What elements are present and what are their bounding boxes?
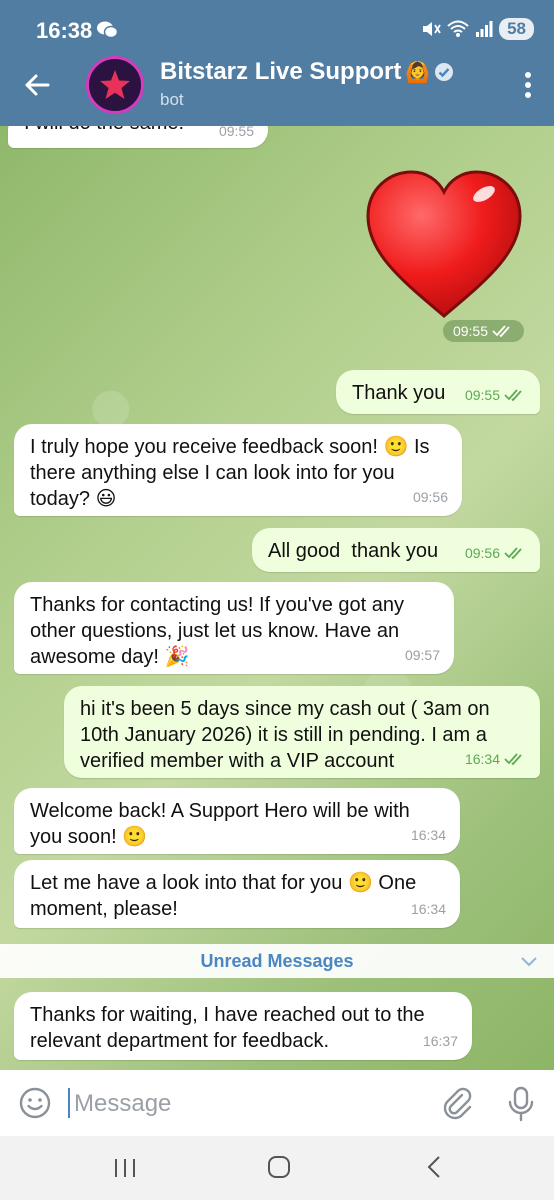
unread-label: Unread Messages (200, 950, 354, 971)
unread-messages-divider: Unread Messages (0, 944, 554, 978)
heart-sticker[interactable] (364, 170, 524, 320)
mic-icon[interactable] (506, 1086, 536, 1122)
double-check-icon (504, 547, 522, 559)
more-vert-icon[interactable] (524, 70, 532, 100)
message-time: 16:34 (410, 827, 446, 843)
message-text: Thanks for contacting us! If you've got … (30, 594, 405, 668)
battery-indicator: 58 (499, 18, 534, 40)
message-bubble[interactable]: Welcome back! A Support Hero will be wit… (14, 788, 460, 854)
message-text: I truly hope you receive feedback soon! … (30, 436, 430, 510)
message-time: 09:56 (412, 489, 448, 505)
message-time: 09:56 (465, 540, 526, 566)
app-header: 16:38 58 Bitstarz Live Support 🙆 bot (0, 0, 554, 126)
message-text: hi it's been 5 days since my cash out ( … (80, 698, 490, 772)
message-bubble[interactable]: Thank you 09:55 (336, 370, 540, 414)
star-logo-icon (100, 70, 130, 99)
verified-icon (435, 63, 454, 81)
message-text: All good thank you (268, 540, 439, 562)
message-text: Thanks for waiting, I have reached out t… (30, 1004, 425, 1052)
mute-icon (423, 22, 441, 36)
double-check-icon (504, 389, 522, 401)
chat-subtitle: bot (160, 90, 184, 109)
message-list[interactable]: I will do the same! 09:55 09:55 Thank yo… (0, 126, 554, 1070)
chat-title[interactable]: Bitstarz Live Support 🙆 (160, 58, 454, 86)
double-check-icon (492, 325, 510, 337)
message-input[interactable] (72, 1084, 426, 1124)
message-text: Let me have a look into that for you 🙂 O… (30, 872, 417, 920)
signal-icon (476, 21, 493, 37)
message-time: 16:34 (465, 746, 526, 772)
message-bubble[interactable]: hi it's been 5 days since my cash out ( … (64, 686, 540, 778)
message-time: 16:37 (422, 1033, 458, 1049)
message-bubble[interactable]: Let me have a look into that for you 🙂 O… (14, 860, 460, 928)
back-arrow-icon[interactable] (22, 70, 52, 100)
message-bubble[interactable]: Thanks for waiting, I have reached out t… (14, 992, 472, 1060)
message-text: I will do the same! (24, 126, 184, 134)
title-emoji: 🙆 (405, 61, 431, 84)
message-time: 16:34 (410, 901, 446, 917)
recents-icon[interactable] (112, 1156, 138, 1180)
double-check-icon (504, 753, 522, 765)
message-time: 09:55 (465, 382, 526, 408)
attach-icon[interactable] (440, 1086, 474, 1120)
message-time: 09:55 (218, 126, 254, 139)
chevron-down-icon[interactable] (520, 953, 538, 969)
avatar[interactable] (86, 56, 144, 114)
nav-back-icon[interactable] (424, 1154, 444, 1180)
status-icons: 58 (421, 18, 534, 40)
emoji-icon[interactable] (18, 1086, 52, 1120)
system-nav-bar (0, 1136, 554, 1200)
chat-notification-icon (97, 21, 118, 39)
message-bubble[interactable]: I will do the same! 09:55 (8, 126, 268, 148)
status-time: 16:38 (36, 18, 93, 43)
message-text: Welcome back! A Support Hero will be wit… (30, 800, 410, 848)
message-bubble[interactable]: All good thank you 09:56 (252, 528, 540, 572)
wifi-icon (447, 20, 469, 37)
chat-title-text: Bitstarz Live Support (160, 58, 402, 85)
message-text: Thank you (352, 382, 446, 404)
message-time: 09:57 (404, 647, 440, 663)
message-bubble[interactable]: I truly hope you receive feedback soon! … (14, 424, 462, 516)
home-icon[interactable] (266, 1154, 292, 1180)
message-bubble[interactable]: Thanks for contacting us! If you've got … (14, 582, 454, 674)
message-composer (0, 1070, 554, 1136)
text-cursor (68, 1088, 70, 1118)
sticker-time: 09:55 (442, 320, 524, 342)
